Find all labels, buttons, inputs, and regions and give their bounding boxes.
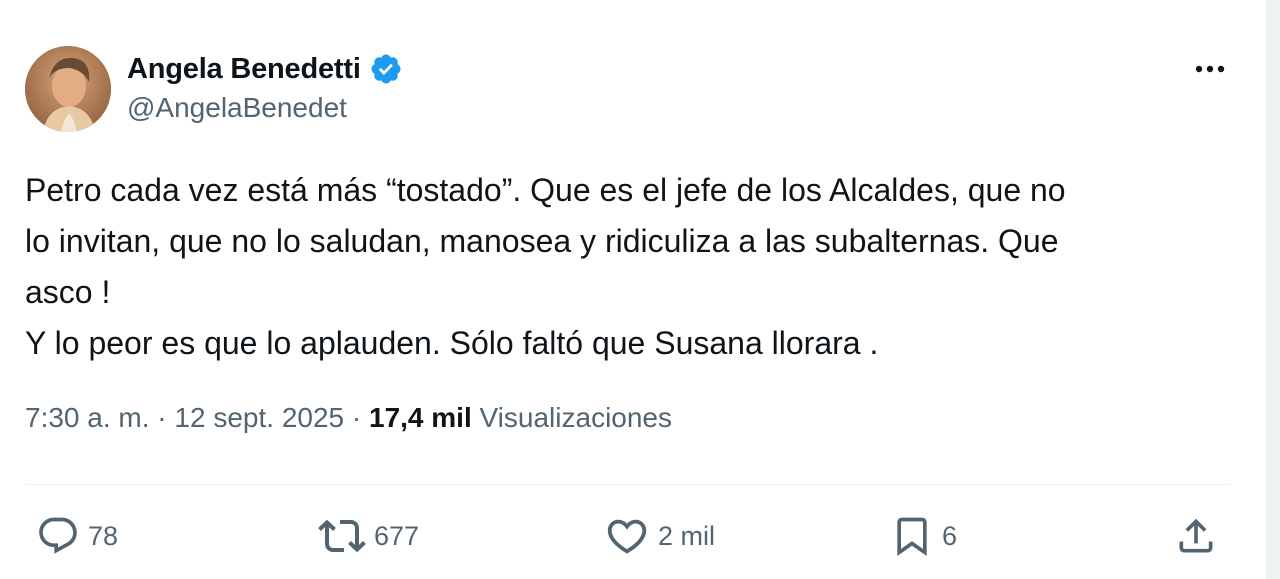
tweet-date[interactable]: 12 sept. 2025 — [174, 402, 344, 434]
repost-button[interactable]: 677 — [318, 508, 419, 564]
author-name[interactable]: Angela Benedetti — [127, 53, 361, 86]
author-handle[interactable]: @AngelaBenedet — [127, 92, 347, 124]
share-upload-icon — [1179, 518, 1213, 553]
meta-separator: · — [149, 402, 175, 433]
avatar-photo — [25, 46, 111, 132]
tweet-text: Petro cada vez está más “tostado”. Que e… — [25, 172, 1066, 361]
more-horizontal-icon — [1195, 65, 1225, 73]
like-count: 2 mil — [658, 520, 716, 551]
heart-icon — [607, 519, 647, 554]
scrollbar-track — [1266, 0, 1280, 579]
reply-button[interactable]: 78 — [36, 508, 118, 564]
share-button[interactable] — [1174, 508, 1218, 564]
author-name-row[interactable]: Angela Benedetti — [127, 50, 403, 88]
tweet-time[interactable]: 7:30 a. m. — [25, 402, 150, 434]
tweet-meta: 7:30 a. m. · 12 sept. 2025 · 17,4 mil Vi… — [25, 402, 672, 434]
views-spacer — [472, 402, 480, 434]
reply-count: 78 — [88, 520, 119, 551]
reply-bubble-icon — [39, 517, 77, 554]
views-label: Visualizaciones — [479, 402, 673, 433]
divider — [25, 484, 1231, 485]
repost-count: 677 — [374, 520, 420, 551]
bookmark-count: 6 — [942, 520, 958, 551]
repost-icon — [318, 519, 366, 553]
bookmark-icon — [897, 517, 927, 557]
meta-separator: · — [344, 402, 369, 433]
verified-badge-icon — [369, 52, 403, 86]
views-count: 17,4 mil — [369, 402, 472, 433]
action-bar: 78 677 2 mil 6 — [0, 508, 1280, 564]
avatar[interactable] — [25, 46, 111, 132]
more-options-button[interactable] — [1188, 52, 1232, 86]
bookmark-button[interactable]: 6 — [890, 508, 957, 564]
like-button[interactable]: 2 mil — [604, 508, 715, 564]
